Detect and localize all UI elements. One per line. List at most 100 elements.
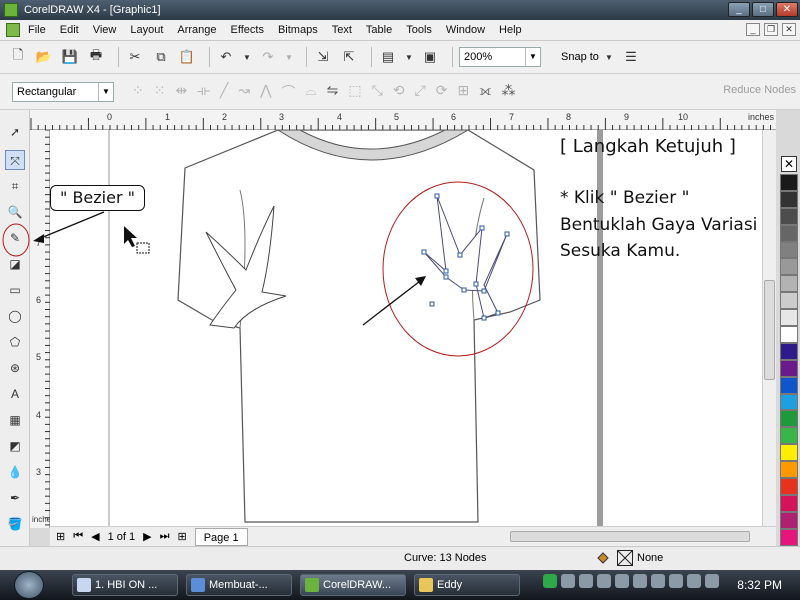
save-icon[interactable]: 💾 <box>60 47 80 67</box>
zoom-tool-icon[interactable]: 🔍 <box>5 202 25 222</box>
palette-swatch[interactable] <box>780 342 798 360</box>
application-launcher-icon[interactable]: ▤ <box>378 47 398 67</box>
align-nodes-icon[interactable]: ⊞ <box>457 82 469 102</box>
vertical-scroll-thumb[interactable] <box>764 280 775 380</box>
tray-security-icon[interactable] <box>597 574 611 588</box>
horizontal-scroll-thumb[interactable] <box>510 531 750 542</box>
palette-swatch[interactable] <box>780 461 798 479</box>
eyedropper-tool-icon[interactable]: 💧 <box>5 462 25 482</box>
tray-extra-icon[interactable] <box>705 574 719 588</box>
smooth-node-icon[interactable]: ⌒ <box>282 82 296 102</box>
palette-swatch[interactable] <box>780 326 798 343</box>
interactive-blend-tool-icon[interactable]: ◩ <box>5 436 25 456</box>
taskbar-item-eddy[interactable]: Eddy <box>414 574 520 596</box>
extend-curve-icon[interactable]: ⬚ <box>348 82 361 102</box>
taskbar-item-coreldraw[interactable]: CorelDRAW... <box>300 574 406 596</box>
undo-dropdown-icon[interactable]: ▼ <box>242 47 252 67</box>
smart-fill-tool-icon[interactable]: ◪ <box>5 254 25 274</box>
doc-minimize-button[interactable]: _ <box>746 23 760 36</box>
break-curve-icon[interactable]: ⟛ <box>197 82 210 102</box>
open-folder-icon[interactable]: 📂 <box>34 47 54 67</box>
palette-none-swatch[interactable]: ✕ <box>781 156 797 172</box>
palette-swatch[interactable] <box>780 359 798 377</box>
welcome-screen-icon[interactable]: ▣ <box>420 47 440 67</box>
palette-swatch[interactable] <box>780 528 798 546</box>
menu-table[interactable]: Table <box>366 24 392 36</box>
import-icon[interactable]: ⇲ <box>313 47 333 67</box>
vertical-ruler[interactable]: 7 6 5 4 3 inches <box>30 130 55 528</box>
palette-swatch[interactable] <box>780 511 798 529</box>
menu-text[interactable]: Text <box>332 24 352 36</box>
stretch-nodes-icon[interactable]: ⤢ <box>415 82 426 102</box>
palette-swatch[interactable] <box>780 376 798 394</box>
palette-swatch[interactable] <box>780 190 798 208</box>
reduce-nodes-button[interactable]: Reduce Nodes <box>723 84 796 96</box>
menu-help[interactable]: Help <box>499 24 522 36</box>
add-page-after-icon[interactable]: ⊞ <box>178 530 187 543</box>
palette-swatch[interactable] <box>780 275 798 293</box>
minimize-button[interactable]: _ <box>728 2 750 17</box>
palette-swatch[interactable] <box>780 241 798 259</box>
rectangle-tool-icon[interactable]: ▭ <box>5 280 25 300</box>
palette-swatch[interactable] <box>780 494 798 512</box>
tray-messenger-icon[interactable] <box>687 574 701 588</box>
elastic-mode-icon[interactable]: ⁂ <box>501 82 515 102</box>
no-fill-swatch[interactable] <box>617 550 633 566</box>
palette-swatch[interactable] <box>780 224 798 242</box>
tray-power-icon[interactable] <box>669 574 683 588</box>
menu-file[interactable]: File <box>28 24 46 36</box>
horizontal-ruler[interactable]: 0 1 2 3 4 5 6 7 8 9 10 inches <box>30 110 776 130</box>
crop-tool-icon[interactable]: ⌗ <box>5 176 25 196</box>
maximize-button[interactable]: □ <box>752 2 774 17</box>
coreldraw-app-icon[interactable] <box>4 3 18 17</box>
tray-network-icon[interactable] <box>561 574 575 588</box>
menu-effects[interactable]: Effects <box>231 24 264 36</box>
taskbar-item-hbi[interactable]: 1. HBI ON ... <box>72 574 178 596</box>
menu-view[interactable]: View <box>93 24 117 36</box>
tray-app-icon[interactable] <box>543 574 557 588</box>
taskbar-item-membuat[interactable]: Membuat-... <box>186 574 292 596</box>
shape-type-select[interactable]: Rectangular ▼ <box>12 81 114 102</box>
cut-icon[interactable]: ✂ <box>125 47 145 67</box>
snap-to-menu[interactable]: Snap to <box>561 51 599 63</box>
palette-swatch[interactable] <box>780 393 798 411</box>
copy-icon[interactable]: ⧉ <box>151 47 171 67</box>
chevron-down-icon[interactable]: ▼ <box>98 82 113 101</box>
reverse-direction-icon[interactable]: ⇋ <box>327 82 339 102</box>
delete-node-icon[interactable]: ⁙ <box>154 82 166 102</box>
chevron-down-icon[interactable]: ▼ <box>525 48 540 66</box>
paste-icon[interactable]: 📋 <box>177 47 197 67</box>
previous-page-icon[interactable]: ◀ <box>91 530 99 543</box>
add-page-icon[interactable]: ⊞ <box>56 530 65 543</box>
pick-tool-icon[interactable]: ➚ <box>5 122 25 142</box>
drawing-canvas[interactable]: [ Langkah Ketujuh ] * Klik " Bezier " Be… <box>50 130 762 526</box>
text-tool-icon[interactable]: A <box>5 384 25 404</box>
document-icon[interactable] <box>6 23 20 37</box>
redo-dropdown-icon[interactable]: ▼ <box>284 47 294 67</box>
menu-layout[interactable]: Layout <box>130 24 163 36</box>
reflect-nodes-icon[interactable]: ⟗ <box>479 82 491 102</box>
fill-tool-icon[interactable]: 🪣 <box>5 514 25 534</box>
zoom-level-select[interactable]: 200% ▼ <box>459 47 541 67</box>
undo-icon[interactable]: ↶ <box>216 47 236 67</box>
menu-arrange[interactable]: Arrange <box>177 24 216 36</box>
tray-volume-icon[interactable] <box>579 574 593 588</box>
extract-subpath-icon[interactable]: ⤡ <box>372 82 383 102</box>
vertical-scrollbar[interactable] <box>762 130 776 526</box>
tray-update-icon[interactable] <box>651 574 665 588</box>
polygon-tool-icon[interactable]: ⬠ <box>5 332 25 352</box>
close-button[interactable]: ✕ <box>776 2 798 17</box>
shape-tool-icon[interactable]: ⤧ <box>5 150 25 170</box>
palette-swatch[interactable] <box>780 309 798 327</box>
snap-dropdown-icon[interactable]: ▼ <box>603 47 615 67</box>
export-icon[interactable]: ⇱ <box>339 47 359 67</box>
launcher-dropdown-icon[interactable]: ▼ <box>404 47 414 67</box>
palette-swatch[interactable] <box>780 410 798 428</box>
add-node-icon[interactable]: ⁘ <box>132 82 144 102</box>
menu-edit[interactable]: Edit <box>60 24 79 36</box>
palette-swatch[interactable] <box>780 292 798 310</box>
convert-to-line-icon[interactable]: ╱ <box>220 82 228 102</box>
new-document-icon[interactable]: 🗋 <box>8 47 28 67</box>
menu-window[interactable]: Window <box>446 24 485 36</box>
next-page-icon[interactable]: ▶ <box>143 530 151 543</box>
